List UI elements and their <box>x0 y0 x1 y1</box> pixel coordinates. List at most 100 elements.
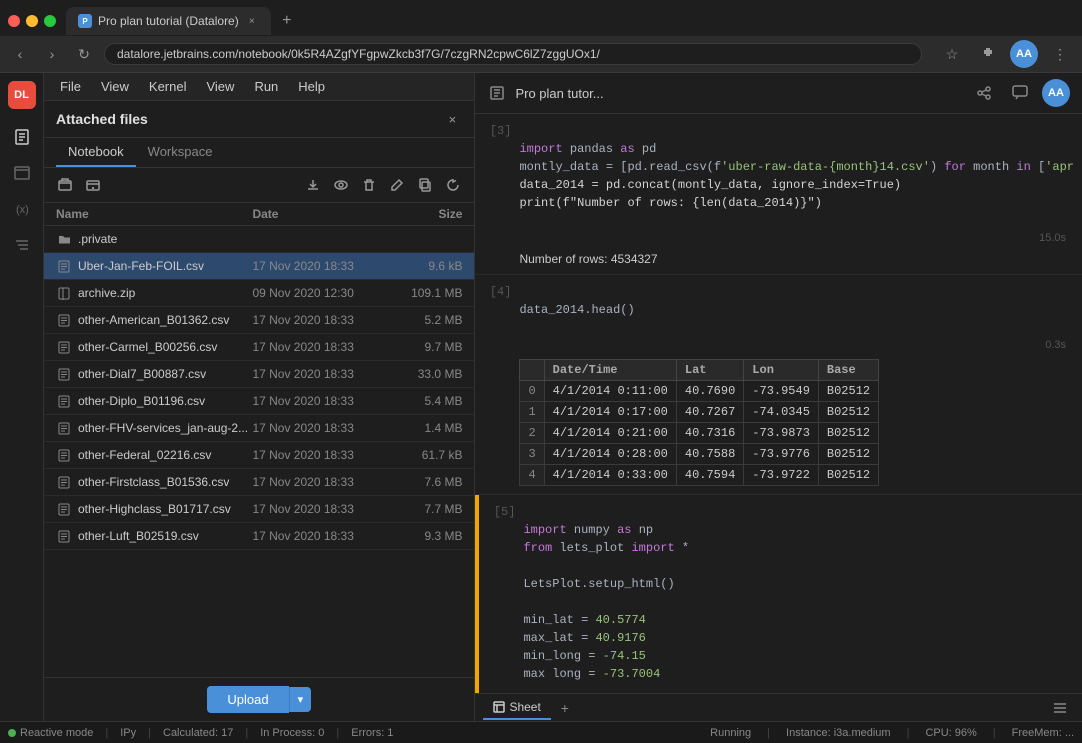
panel-container: File View Kernel View Run Help Attached … <box>44 73 1082 721</box>
left-sidebar: DL (x) <box>0 73 44 721</box>
add-sheet-button[interactable]: + <box>555 698 575 718</box>
bottom-tabs-right <box>1046 694 1074 722</box>
menu-file[interactable]: File <box>52 77 89 96</box>
file-name: other-Highclass_B01717.csv <box>78 502 252 516</box>
file-row[interactable]: archive.zip 09 Nov 2020 12:30 109.1 MB <box>44 280 474 307</box>
table-row: 04/1/2014 0:11:0040.7690-73.9549B02512 <box>520 381 879 402</box>
file-row[interactable]: other-Firstclass_B01536.csv 17 Nov 2020 … <box>44 469 474 496</box>
table-row: 34/1/2014 0:28:0040.7588-73.9776B02512 <box>520 444 879 465</box>
file-row[interactable]: other-Carmel_B00256.csv 17 Nov 2020 18:3… <box>44 334 474 361</box>
browser-menu-button[interactable]: ⋮ <box>1046 40 1074 68</box>
file-date: 09 Nov 2020 12:30 <box>252 286 392 300</box>
file-size: 109.1 MB <box>392 286 462 300</box>
menu-kernel[interactable]: Kernel <box>141 77 195 96</box>
preview-button[interactable] <box>328 172 354 198</box>
file-date: 17 Nov 2020 18:33 <box>252 502 392 516</box>
menu-view2[interactable]: View <box>198 77 242 96</box>
col-name: Name <box>56 207 252 221</box>
tab-close-button[interactable]: × <box>245 14 259 28</box>
extensions-button[interactable] <box>974 40 1002 68</box>
notebook-chat-button[interactable] <box>1006 79 1034 107</box>
file-row[interactable]: other-Federal_02216.csv 17 Nov 2020 18:3… <box>44 442 474 469</box>
file-size: 61.7 kB <box>392 448 462 462</box>
running-status: Running <box>710 727 751 739</box>
status-indicator <box>8 729 16 737</box>
maximize-window-button[interactable] <box>44 15 56 27</box>
delete-button[interactable] <box>356 172 382 198</box>
cell-timing-4: 0.3s <box>519 337 1074 351</box>
table-header: Lat <box>676 360 743 381</box>
csv-icon <box>56 474 72 490</box>
file-name: other-Luft_B02519.csv <box>78 529 252 543</box>
csv-icon <box>56 339 72 355</box>
tab-workspace[interactable]: Workspace <box>136 138 225 167</box>
sidebar-icon-outline[interactable] <box>6 229 38 261</box>
file-row[interactable]: other-American_B01362.csv 17 Nov 2020 18… <box>44 307 474 334</box>
file-name: .private <box>78 232 252 246</box>
edit-button[interactable] <box>384 172 410 198</box>
table-row: 44/1/2014 0:33:0040.7594-73.9722B02512 <box>520 465 879 486</box>
file-row[interactable]: other-Luft_B02519.csv 17 Nov 2020 18:33 … <box>44 523 474 550</box>
file-list-header: Name Date Size <box>44 203 474 226</box>
notebook-settings-button[interactable] <box>1046 694 1074 722</box>
refresh-button[interactable]: ↻ <box>72 42 96 66</box>
back-button[interactable]: ‹ <box>8 42 32 66</box>
col-date: Date <box>252 207 392 221</box>
table-header: Date/Time <box>544 360 676 381</box>
csv-icon <box>56 366 72 382</box>
file-date: 17 Nov 2020 18:33 <box>252 421 392 435</box>
cell-content-3[interactable]: import pandas as pd montly_data = [pd.re… <box>515 114 1082 274</box>
menu-run[interactable]: Run <box>246 77 286 96</box>
tab-notebook[interactable]: Notebook <box>56 138 136 167</box>
sidebar-icon-files[interactable] <box>6 157 38 189</box>
file-row[interactable]: Uber-Jan-Feb-FOIL.csv 17 Nov 2020 18:33 … <box>44 253 474 280</box>
browser-tab[interactable]: P Pro plan tutorial (Datalore) × <box>66 7 271 35</box>
menu-view[interactable]: View <box>93 77 137 96</box>
sidebar-icon-notebook[interactable] <box>6 121 38 153</box>
panel-close-button[interactable]: × <box>442 109 462 129</box>
close-window-button[interactable] <box>8 15 20 27</box>
forward-button[interactable]: › <box>40 42 64 66</box>
file-date: 17 Nov 2020 18:33 <box>252 529 392 543</box>
notebook-header-right: AA <box>970 79 1070 107</box>
upload-dropdown-button[interactable]: ▾ <box>289 687 312 712</box>
file-row[interactable]: other-Diplo_B01196.csv 17 Nov 2020 18:33… <box>44 388 474 415</box>
csv-icon <box>56 528 72 544</box>
file-size: 9.7 MB <box>392 340 462 354</box>
notebook-content: [3] import pandas as pd montly_data = [p… <box>475 114 1082 693</box>
user-avatar[interactable]: AA <box>1010 40 1038 68</box>
cell-content-5[interactable]: import numpy as np from lets_plot import… <box>519 495 1082 693</box>
new-folder-button[interactable] <box>52 172 78 198</box>
download-button[interactable] <box>300 172 326 198</box>
sheet-tab-label: Sheet <box>509 700 540 714</box>
file-row[interactable]: other-Dial7_B00887.csv 17 Nov 2020 18:33… <box>44 361 474 388</box>
new-tab-button[interactable]: + <box>275 9 299 33</box>
minimize-window-button[interactable] <box>26 15 38 27</box>
menu-help[interactable]: Help <box>290 77 333 96</box>
table-row: 24/1/2014 0:21:0040.7316-73.9873B02512 <box>520 423 879 444</box>
notebook-share-button[interactable] <box>970 79 998 107</box>
code-block-4: data_2014.head() <box>519 283 1074 337</box>
code-block-5: import numpy as np from lets_plot import… <box>523 503 1074 693</box>
file-row[interactable]: .private <box>44 226 474 253</box>
file-size: 5.4 MB <box>392 394 462 408</box>
notebook-file-icon <box>487 83 507 103</box>
address-bar[interactable]: datalore.jetbrains.com/notebook/0k5R4AZg… <box>104 43 922 65</box>
cell-content-4[interactable]: data_2014.head() 0.3s Date/Time Lat <box>515 275 1082 494</box>
file-name: other-FHV-services_jan-aug-2... <box>78 421 252 435</box>
cpu-status: CPU: 96% <box>925 727 976 739</box>
sidebar-icon-variables[interactable]: (x) <box>6 193 38 225</box>
add-folder-button[interactable] <box>80 172 106 198</box>
reactive-mode-status: Reactive mode <box>8 727 93 739</box>
file-toolbar <box>44 168 474 203</box>
upload-button[interactable]: Upload <box>207 686 288 713</box>
refresh-files-button[interactable] <box>440 172 466 198</box>
sheet-tab[interactable]: Sheet <box>483 696 550 720</box>
file-row[interactable]: other-FHV-services_jan-aug-2... 17 Nov 2… <box>44 415 474 442</box>
col-size: Size <box>392 207 462 221</box>
file-row[interactable]: other-Highclass_B01717.csv 17 Nov 2020 1… <box>44 496 474 523</box>
bookmark-button[interactable]: ☆ <box>938 40 966 68</box>
copy-button[interactable] <box>412 172 438 198</box>
status-right: Running | Instance: i3a.medium | CPU: 96… <box>710 727 1074 739</box>
bottom-tabs: Sheet + <box>475 693 1082 721</box>
